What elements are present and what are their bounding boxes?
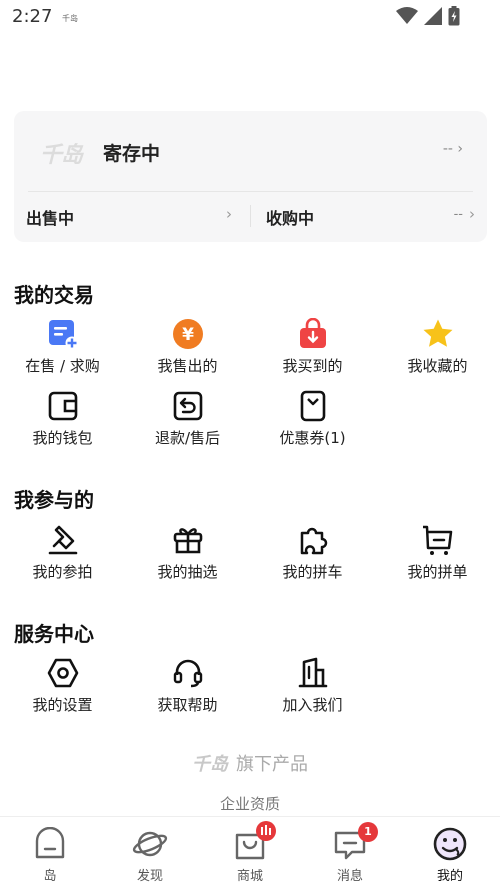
grid-label: 优惠券(1) [279,429,346,447]
footer-brand-logo: 千岛 [192,754,228,775]
grid-item-favorites[interactable]: 我收藏的 [375,318,500,388]
tab-label: 我的 [436,869,463,884]
live-badge-icon [256,821,276,841]
grid-item-coupon[interactable]: 优惠券(1) [250,390,375,460]
grid-item-carpool[interactable]: 我的拼车 [250,524,375,594]
tab-label: 商城 [236,869,263,884]
message-count-badge: 1 [358,822,378,842]
storage-row[interactable]: 千岛 寄存中 -- › [14,111,487,191]
cart-icon [423,525,453,555]
gift-icon [173,528,203,554]
battery-icon [448,6,460,26]
tab-messages[interactable]: 1 消息 [300,817,400,889]
headset-icon [173,659,203,688]
tab-mall[interactable]: 商城 [200,817,300,889]
buying-label: 收购中 [266,209,315,228]
grid-item-lottery[interactable]: 我的抽选 [125,524,250,594]
grid-label: 我的钱包 [32,429,93,447]
refund-icon [173,391,203,421]
chevron-right-icon: › [469,205,475,223]
footer-brand-suffix: 旗下产品 [236,754,308,775]
grid-label: 退款/售后 [154,429,221,447]
signal-icon [424,7,442,25]
chevron-right-icon: › [226,205,232,223]
tab-discover[interactable]: 发现 [100,817,200,889]
buying-row[interactable]: 收购中 -- › [250,192,487,242]
grid-item-join-us[interactable]: 加入我们 [250,657,375,727]
storage-title: 寄存中 [103,143,161,165]
wallet-icon [48,391,78,421]
bottom-tab-bar: 岛 发现 商城 1 消息 我的 [0,816,500,889]
status-notification-label: 千岛 [62,14,78,23]
coupon-icon [300,390,326,422]
gavel-icon [48,525,78,555]
grid-item-sold[interactable]: ¥ 我售出的 [125,318,250,388]
grid-item-group-order[interactable]: 我的拼单 [375,524,500,594]
grid-item-wallet[interactable]: 我的钱包 [0,390,125,460]
grid-item-auction[interactable]: 我的参拍 [0,524,125,594]
grid-label: 我的抽选 [157,563,218,581]
tab-label: 发现 [136,869,163,884]
tab-label: 岛 [43,869,57,884]
storage-value: -- › [442,141,463,157]
yuan-coin-icon: ¥ [173,319,203,349]
grid-label: 获取帮助 [157,696,218,714]
status-icons [396,6,460,26]
island-home-icon [35,827,65,859]
brand-logo: 千岛 [40,143,83,168]
grid-label: 在售 / 求购 [25,357,100,375]
grid-item-refund[interactable]: 退款/售后 [125,390,250,460]
grid-label: 我的参拍 [32,563,93,581]
building-icon [298,657,328,688]
star-icon [423,319,453,347]
status-bar: 2:27 千岛 [0,0,500,36]
grid-label: 我的设置 [32,696,93,714]
selling-label: 出售中 [26,209,75,228]
puzzle-icon [300,527,328,555]
planet-icon [132,831,168,857]
grid-label: 我的拼车 [282,563,343,581]
hexagon-settings-icon [47,658,79,688]
grid-label: 我收藏的 [407,357,468,375]
tab-island[interactable]: 岛 [0,817,100,889]
section-title-trading: 我的交易 [14,283,94,307]
tab-label: 消息 [336,869,363,884]
buying-value: -- [453,207,463,222]
section-title-service: 服务中心 [14,622,94,646]
wifi-icon [396,7,418,24]
grid-item-help[interactable]: 获取帮助 [125,657,250,727]
grid-item-settings[interactable]: 我的设置 [0,657,125,727]
grid-label: 我售出的 [157,357,218,375]
shopping-bag-icon [300,318,326,348]
storage-card: 千岛 寄存中 -- › 出售中 › 收购中 -- › [14,111,487,242]
grid-label: 我买到的 [282,357,343,375]
grid-item-bought[interactable]: 我买到的 [250,318,375,388]
svg-text:¥: ¥ [182,325,194,345]
grid-item-on-sale[interactable]: 在售 / 求购 [0,318,125,388]
profile-face-icon [433,827,467,861]
document-plus-icon [49,320,79,350]
tab-profile[interactable]: 我的 [400,817,500,889]
grid-label: 加入我们 [282,696,343,714]
qualification-link[interactable]: 企业资质 [0,793,500,814]
status-time: 2:27 [12,6,53,27]
selling-row[interactable]: 出售中 › [14,192,250,242]
footer-brand: 千岛 旗下产品 [0,750,500,776]
section-title-participation: 我参与的 [14,488,94,512]
grid-label: 我的拼单 [407,563,468,581]
